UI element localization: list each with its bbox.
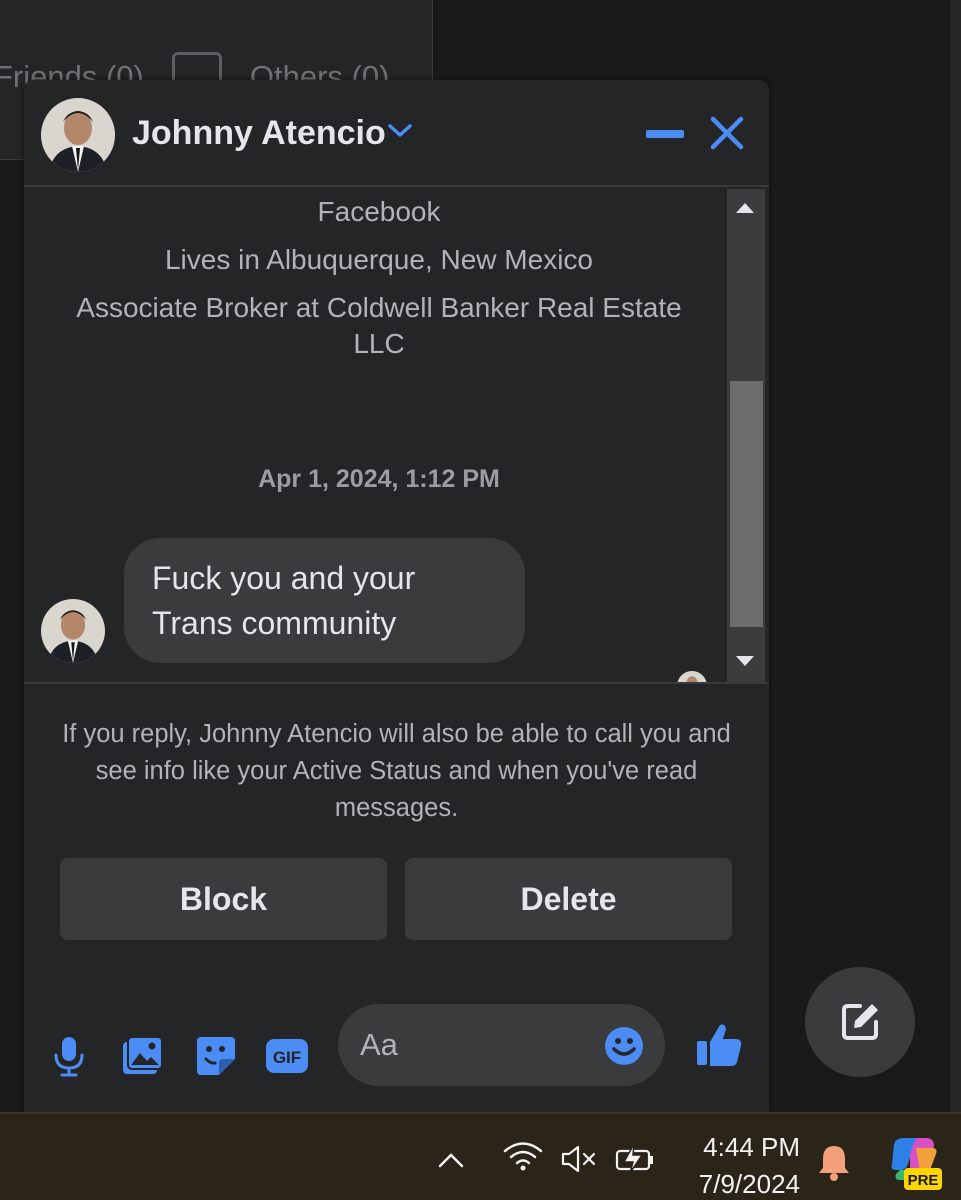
delete-button[interactable]: Delete <box>405 858 732 940</box>
reply-notice-text: If you reply, Johnny Atencio will also b… <box>62 720 731 822</box>
scrollbar[interactable] <box>727 189 765 682</box>
minimize-icon[interactable] <box>646 130 684 138</box>
clock-date[interactable]: 7/9/2024 <box>688 1169 800 1200</box>
background-edge <box>950 0 961 1112</box>
contact-name[interactable]: Johnny Atencio <box>132 114 386 153</box>
clock-time[interactable]: 4:44 PM <box>688 1132 800 1163</box>
microphone-icon[interactable] <box>46 1033 92 1079</box>
chat-window: Johnny Atencio Facebook Lives in Albuque… <box>24 80 769 1112</box>
image-icon[interactable] <box>119 1033 165 1079</box>
copilot-icon[interactable]: PRE <box>886 1134 944 1192</box>
profile-location: Lives in Albuquerque, New Mexico <box>164 244 593 275</box>
scrollbar-thumb[interactable] <box>730 381 763 627</box>
message-line-2: Trans community <box>152 605 397 641</box>
message-timestamp: Apr 1, 2024, 1:12 PM <box>258 465 500 493</box>
profile-source: Facebook <box>317 196 441 227</box>
contact-avatar[interactable] <box>41 98 115 172</box>
sticker-icon[interactable] <box>193 1033 239 1079</box>
message-line-1: Fuck you and your <box>152 560 416 596</box>
message-thread[interactable]: Facebook Lives in Albuquerque, New Mexic… <box>24 189 769 682</box>
gif-icon[interactable]: GIF <box>264 1033 310 1079</box>
tray-chevron-icon[interactable] <box>436 1150 466 1170</box>
chat-header: Johnny Atencio <box>24 80 769 187</box>
svg-text:GIF: GIF <box>273 1048 301 1067</box>
new-message-button[interactable] <box>805 967 915 1077</box>
chevron-down-icon[interactable] <box>387 120 413 142</box>
copilot-badge: PRE <box>908 1172 939 1189</box>
reply-notice-section: If you reply, Johnny Atencio will also b… <box>24 682 769 822</box>
close-icon[interactable] <box>709 115 745 151</box>
thumbs-up-icon[interactable] <box>694 1020 744 1070</box>
wifi-icon[interactable] <box>503 1140 543 1172</box>
compose-icon <box>842 1004 878 1040</box>
volume-muted-icon[interactable] <box>560 1144 600 1174</box>
screen: Friends (0) Others (0) Johnny Atencio Fa… <box>0 0 961 1200</box>
sender-avatar[interactable] <box>41 599 105 663</box>
message-bubble[interactable]: Fuck you and your Trans community <box>124 538 525 663</box>
block-button[interactable]: Block <box>60 858 387 940</box>
taskbar: 4:44 PM 7/9/2024 PRE <box>0 1112 961 1200</box>
seen-indicator-avatar <box>677 671 707 682</box>
battery-charging-icon[interactable] <box>614 1142 656 1174</box>
emoji-icon[interactable] <box>604 1026 644 1066</box>
scroll-down-arrow-icon[interactable] <box>736 656 754 666</box>
profile-work: Associate Broker at Coldwell Banker Real… <box>76 292 682 359</box>
notification-bell-icon[interactable] <box>815 1142 853 1182</box>
scroll-up-arrow-icon[interactable] <box>736 203 754 213</box>
message-composer: GIF <box>24 1000 769 1112</box>
